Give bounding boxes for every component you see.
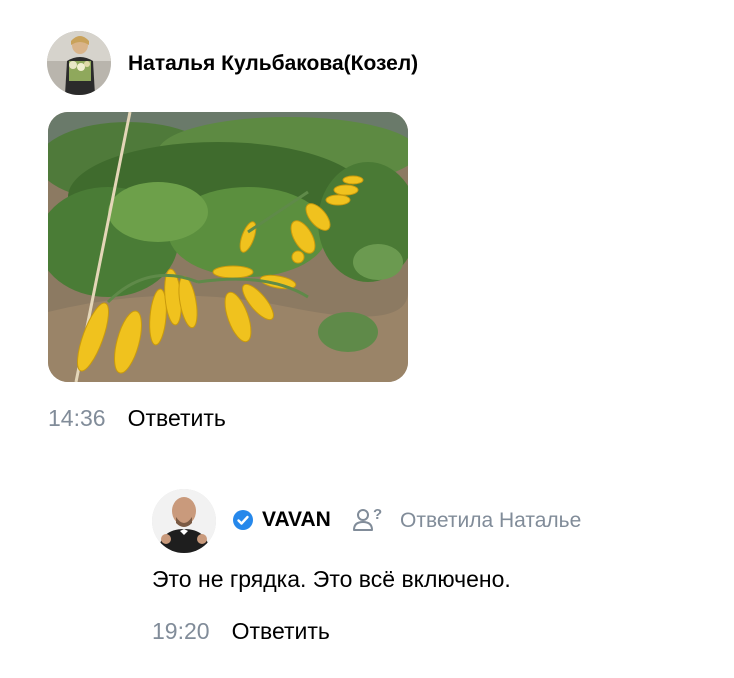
svg-text:?: ?	[373, 506, 382, 523]
avatar-image	[47, 31, 111, 95]
comment-time[interactable]: 14:36	[48, 405, 106, 431]
avatar[interactable]	[47, 31, 111, 95]
reply-button[interactable]: Ответить	[128, 405, 226, 431]
photo-attachment[interactable]	[48, 112, 408, 382]
reply-user-icon: ?	[352, 505, 384, 538]
comment-time[interactable]: 19:20	[152, 618, 210, 644]
zucchini-photo	[48, 112, 408, 382]
reply-to-label[interactable]: Ответила Наталье	[400, 509, 581, 533]
comment-meta: 19:20 Ответить	[152, 618, 330, 645]
author-name[interactable]: Наталья Кульбакова(Козел)	[128, 52, 418, 76]
reply-button[interactable]: Ответить	[232, 618, 330, 644]
comment-meta: 14:36 Ответить	[48, 405, 226, 432]
author-name[interactable]: VAVAN	[262, 508, 331, 532]
avatar[interactable]	[152, 489, 216, 553]
verified-icon	[233, 510, 253, 530]
comment-text: Это не грядка. Это всё включено.	[152, 566, 511, 592]
avatar-image	[152, 489, 216, 553]
